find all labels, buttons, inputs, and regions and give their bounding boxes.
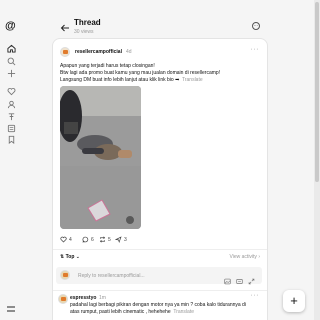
post-time: 4d — [126, 49, 132, 55]
reply-input[interactable]: Reply to resellercampofficial... — [56, 267, 262, 285]
comment-count: 6 — [91, 236, 94, 243]
avatar[interactable] — [60, 47, 70, 57]
home-icon[interactable] — [6, 43, 16, 53]
like-count: 4 — [69, 236, 72, 243]
image-icon[interactable] — [224, 272, 231, 285]
translate-link[interactable]: Translate — [182, 77, 203, 83]
post-line-2: Btw lagi ada promo buat kamu yang mau ju… — [60, 70, 221, 76]
comment-button[interactable]: 6 — [82, 236, 94, 243]
comment-more-icon[interactable]: ··· — [251, 292, 260, 299]
chevron-right-icon: › — [258, 254, 260, 260]
post-line-1: Apapun yang terjadi harus tetap closinga… — [60, 63, 155, 69]
sort-label: Top — [65, 254, 75, 260]
thread-card: resellercampofficial 4d ··· Apapun yang … — [52, 38, 268, 320]
more-options-icon[interactable]: ⋯ — [252, 22, 260, 30]
comment-username[interactable]: espresstyo — [70, 295, 96, 301]
new-thread-button[interactable]: + — [283, 290, 305, 312]
gif-icon[interactable] — [236, 272, 243, 284]
share-count: 3 — [124, 236, 127, 243]
view-count: 30 views — [74, 29, 94, 35]
pinned-icon[interactable] — [6, 111, 16, 121]
page-title: Thread — [74, 18, 101, 27]
comment-time: 1m — [99, 295, 106, 301]
post-line-3-text: Langsung DM buat info lebih lanjut atau … — [60, 77, 180, 83]
share-button[interactable]: 3 — [115, 236, 127, 243]
repost-count: 5 — [108, 236, 111, 243]
commenter-avatar[interactable] — [58, 294, 68, 304]
divider — [53, 249, 267, 250]
like-button[interactable]: 4 — [60, 236, 72, 243]
comment-translate-link[interactable]: Translate — [173, 309, 194, 315]
chevron-down-icon: ⌄ — [75, 254, 80, 260]
post-more-icon[interactable]: ··· — [251, 46, 260, 53]
post-body: Apapun yang terjadi harus tetap closinga… — [60, 63, 260, 84]
scrollbar-thumb[interactable] — [315, 2, 319, 182]
bookmark-icon[interactable] — [6, 134, 16, 144]
comment-body: padahal lagi berbagi pikiran dengan moto… — [70, 302, 260, 316]
my-avatar — [60, 270, 70, 280]
post-username[interactable]: resellercampofficial — [75, 49, 122, 55]
comment-line-1: padahal lagi berbagi pikiran dengan moto… — [70, 302, 246, 308]
search-icon[interactable] — [6, 56, 16, 66]
post-photo-illustration — [60, 86, 141, 229]
threads-logo[interactable]: @ — [5, 20, 16, 32]
create-icon[interactable] — [6, 68, 16, 78]
sidebar: @ — [0, 0, 22, 320]
comment-line-2-text: atas rumput, pasti lebih cinematic , heh… — [70, 309, 171, 315]
divider — [53, 290, 267, 291]
view-activity-link[interactable]: View activity › — [230, 254, 260, 260]
menu-icon[interactable] — [6, 300, 16, 312]
post-photo[interactable] — [60, 86, 141, 229]
view-activity-label: View activity — [229, 254, 257, 260]
back-arrow-icon[interactable] — [60, 20, 70, 32]
activity-icon[interactable] — [6, 86, 16, 96]
reply-placeholder: Reply to resellercampofficial... — [78, 273, 145, 279]
sort-top-button[interactable]: ⇅ Top ⌄ — [60, 254, 80, 260]
post-line-3: Langsung DM buat info lebih lanjut atau … — [60, 77, 260, 84]
scrollbar[interactable] — [314, 0, 320, 320]
thread-header: Thread 30 views ⋯ — [52, 14, 268, 38]
comment-line-2: atas rumput, pasti lebih cinematic , heh… — [70, 309, 260, 316]
expand-icon[interactable] — [248, 272, 255, 285]
profile-icon[interactable] — [6, 99, 16, 109]
saved-icon[interactable] — [6, 123, 16, 133]
repost-button[interactable]: 5 — [99, 236, 111, 243]
